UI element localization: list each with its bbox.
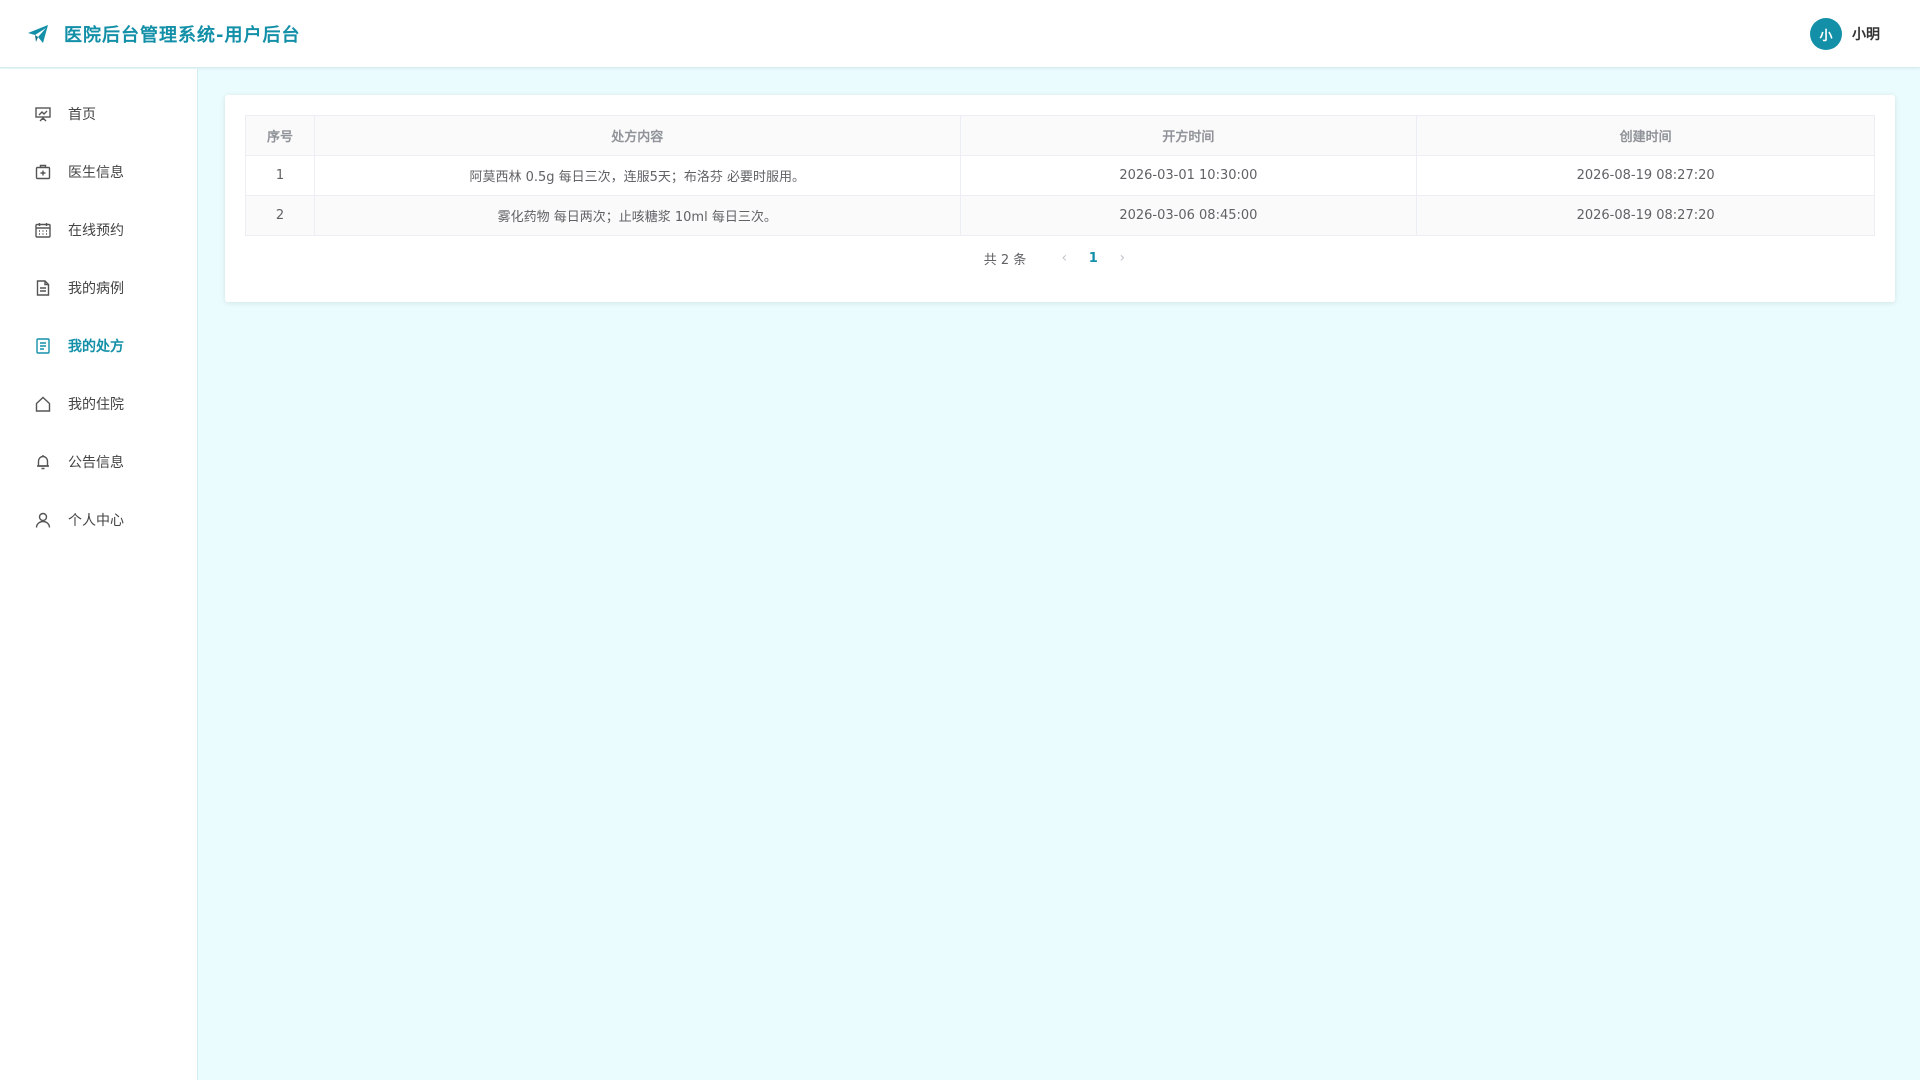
bell-icon bbox=[34, 453, 52, 471]
cell-content: 雾化药物 每日两次；止咳糖浆 10ml 每日三次。 bbox=[313, 195, 961, 236]
sidebar: 首页 医生信息 在线预约 我的病例 我的处方 我的住院 公告信息 个人中心 bbox=[0, 69, 198, 1080]
sidebar-menu: 首页 医生信息 在线预约 我的病例 我的处方 我的住院 公告信息 个人中心 bbox=[0, 69, 197, 549]
app-title: 医院后台管理系统-用户后台 bbox=[64, 24, 301, 46]
pagination: 共 2 条 ‹ 1 › bbox=[225, 243, 1895, 273]
table-row[interactable]: 2 雾化药物 每日两次；止咳糖浆 10ml 每日三次。 2026-03-06 0… bbox=[245, 195, 1875, 236]
pagination-page-current[interactable]: 1 bbox=[1078, 244, 1108, 272]
sidebar-item-home[interactable]: 首页 bbox=[0, 85, 197, 143]
top-header: 医院后台管理系统-用户后台 小 小明 bbox=[0, 0, 1920, 68]
cell-index: 1 bbox=[245, 155, 315, 196]
brand: 医院后台管理系统-用户后台 bbox=[26, 21, 300, 47]
prescription-card: 序号 处方内容 开方时间 创建时间 1 阿莫西林 0.5g 每日三次，连服5天；… bbox=[225, 95, 1895, 302]
sidebar-item-doctors[interactable]: 医生信息 bbox=[0, 143, 197, 201]
column-header-open-time: 开方时间 bbox=[959, 115, 1418, 156]
chevron-right-icon[interactable]: › bbox=[1108, 244, 1136, 272]
cell-open-time: 2026-03-01 10:30:00 bbox=[959, 155, 1418, 196]
sidebar-item-profile[interactable]: 个人中心 bbox=[0, 491, 197, 549]
sidebar-item-hospitalization[interactable]: 我的住院 bbox=[0, 375, 197, 433]
cell-content: 阿莫西林 0.5g 每日三次，连服5天；布洛芬 必要时服用。 bbox=[313, 155, 961, 196]
avatar[interactable]: 小 bbox=[1810, 18, 1842, 50]
cell-index: 2 bbox=[245, 195, 315, 236]
sidebar-item-prescriptions[interactable]: 我的处方 bbox=[0, 317, 197, 375]
table-header-row: 序号 处方内容 开方时间 创建时间 bbox=[245, 115, 1875, 156]
user-name[interactable]: 小明 bbox=[1852, 24, 1880, 44]
sidebar-item-label: 医生信息 bbox=[68, 165, 124, 181]
sidebar-item-label: 我的处方 bbox=[68, 339, 124, 355]
list-document-icon bbox=[34, 337, 52, 355]
sidebar-item-cases[interactable]: 我的病例 bbox=[0, 259, 197, 317]
cell-open-time: 2026-03-06 08:45:00 bbox=[959, 195, 1418, 236]
sidebar-item-appointment[interactable]: 在线预约 bbox=[0, 201, 197, 259]
sidebar-item-label: 我的住院 bbox=[68, 397, 124, 413]
sidebar-item-label: 我的病例 bbox=[68, 281, 124, 297]
column-header-content: 处方内容 bbox=[313, 115, 961, 156]
sidebar-item-announcements[interactable]: 公告信息 bbox=[0, 433, 197, 491]
sidebar-item-label: 公告信息 bbox=[68, 455, 124, 471]
medical-kit-icon bbox=[34, 163, 52, 181]
house-icon bbox=[34, 395, 52, 413]
user-icon bbox=[34, 511, 52, 529]
presentation-icon bbox=[34, 105, 52, 123]
pagination-total: 共 2 条 bbox=[983, 252, 1027, 268]
sidebar-item-label: 在线预约 bbox=[68, 223, 124, 239]
document-icon bbox=[34, 279, 52, 297]
calendar-icon bbox=[34, 221, 52, 239]
sidebar-item-label: 个人中心 bbox=[68, 513, 124, 529]
column-header-index: 序号 bbox=[245, 115, 315, 156]
table-row[interactable]: 1 阿莫西林 0.5g 每日三次，连服5天；布洛芬 必要时服用。 2026-03… bbox=[245, 155, 1875, 196]
paper-plane-icon bbox=[26, 22, 50, 46]
cell-create-time: 2026-08-19 08:27:20 bbox=[1416, 155, 1875, 196]
cell-create-time: 2026-08-19 08:27:20 bbox=[1416, 195, 1875, 236]
user-menu[interactable]: 小 小明 bbox=[1810, 0, 1880, 68]
prescription-table: 序号 处方内容 开方时间 创建时间 1 阿莫西林 0.5g 每日三次，连服5天；… bbox=[245, 115, 1875, 236]
column-header-create-time: 创建时间 bbox=[1416, 115, 1875, 156]
sidebar-item-label: 首页 bbox=[68, 107, 96, 123]
chevron-left-icon[interactable]: ‹ bbox=[1050, 244, 1078, 272]
